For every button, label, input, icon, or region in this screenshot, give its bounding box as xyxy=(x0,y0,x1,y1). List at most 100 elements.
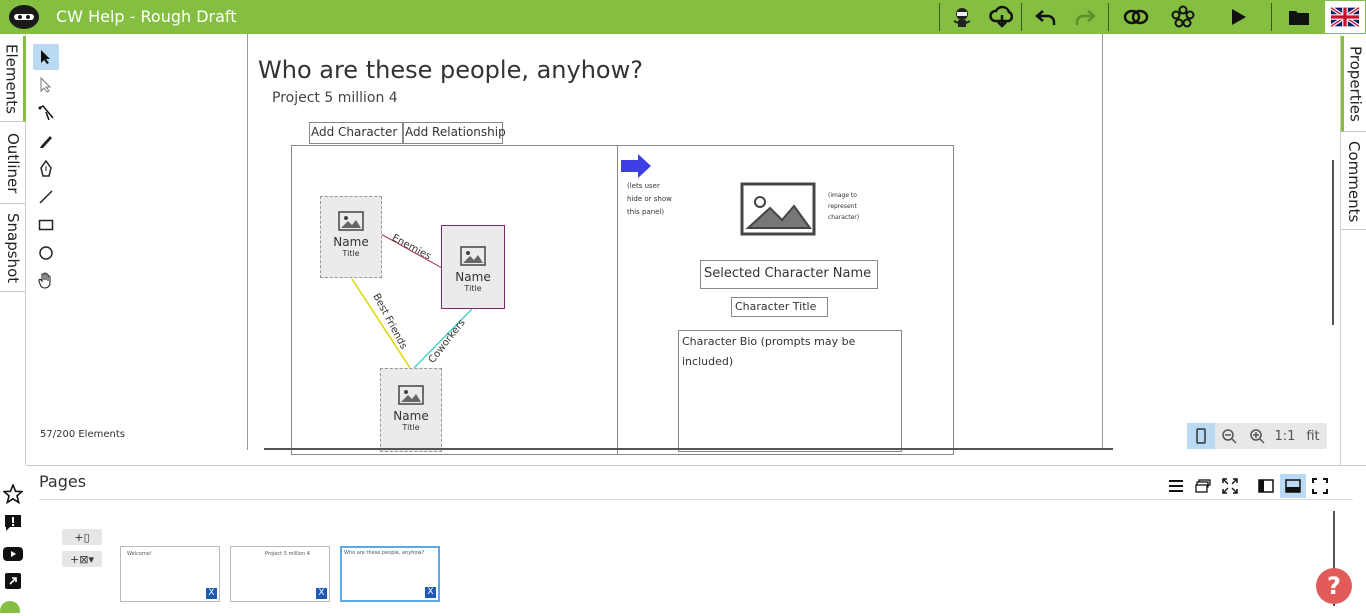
pencil-tool-icon[interactable] xyxy=(33,128,59,154)
selected-name-field[interactable]: Selected Character Name xyxy=(700,260,878,289)
canvas-scrollbar[interactable] xyxy=(1332,160,1334,325)
zoom-controls: 1:1 fit xyxy=(1187,423,1327,449)
tab-properties-label: Properties xyxy=(1346,45,1365,122)
panel-layout-tools xyxy=(1252,474,1333,498)
mobile-view-icon[interactable] xyxy=(1187,423,1215,449)
image-note: (image to represent character) xyxy=(828,192,860,221)
link-icon[interactable] xyxy=(1121,3,1151,31)
tab-elements[interactable]: Elements xyxy=(0,36,26,122)
page-thumbnail[interactable]: Project 5 million 4 X xyxy=(230,546,330,602)
app-title: CW Help - Rough Draft xyxy=(56,7,237,26)
character-node[interactable]: Name Title xyxy=(441,225,505,309)
ninja-logo-icon[interactable] xyxy=(6,3,42,31)
image-placeholder-icon xyxy=(740,182,816,236)
pen-tool-icon[interactable] xyxy=(33,100,59,126)
zoom-fit-button[interactable]: fit xyxy=(1299,423,1327,449)
tab-elements-label: Elements xyxy=(2,43,21,114)
page-heading[interactable]: Who are these people, anyhow? xyxy=(258,56,643,84)
external-link-icon[interactable] xyxy=(3,571,23,591)
feedback-icon[interactable] xyxy=(3,513,23,533)
tab-snapshot[interactable]: Snapshot xyxy=(0,206,26,292)
add-character-button[interactable]: Add Character xyxy=(309,122,403,144)
direct-select-tool-icon[interactable] xyxy=(33,72,59,98)
check-badge-icon xyxy=(0,596,20,616)
zoom-actual-size-button[interactable]: 1:1 xyxy=(1271,423,1299,449)
line-tool-icon[interactable] xyxy=(33,184,59,210)
toolbar-separator xyxy=(1271,3,1272,31)
character-node[interactable]: Name Title xyxy=(380,368,442,452)
page-thumbnail-selected[interactable]: Who are these people, anyhow? X xyxy=(340,546,440,602)
page-thumbnail[interactable]: Welcome! X xyxy=(120,546,220,602)
node-title: Title xyxy=(402,423,420,432)
node-name: Name xyxy=(393,409,429,423)
select-tool-icon[interactable] xyxy=(33,44,59,70)
list-view-icon[interactable] xyxy=(1163,474,1189,498)
page-subheading[interactable]: Project 5 million 4 xyxy=(272,90,398,106)
rectangle-tool-icon[interactable] xyxy=(33,212,59,238)
page-canvas[interactable]: Who are these people, anyhow? Project 5 … xyxy=(247,34,1103,455)
group-icon[interactable] xyxy=(1168,3,1198,31)
tab-comments[interactable]: Comments xyxy=(1341,134,1366,230)
node-name: Name xyxy=(333,235,369,249)
page-bottom-edge xyxy=(264,448,1113,450)
ellipse-tool-icon[interactable] xyxy=(33,240,59,266)
tab-snapshot-label: Snapshot xyxy=(4,213,22,284)
character-title-field[interactable]: Character Title xyxy=(731,297,828,317)
redo-icon[interactable] xyxy=(1070,3,1100,31)
drawing-toolbar xyxy=(33,44,61,296)
thumbnail-label: Who are these people, anyhow? xyxy=(344,550,425,556)
fullscreen-icon[interactable] xyxy=(1307,474,1333,498)
folder-icon[interactable] xyxy=(1284,3,1314,31)
add-relationship-button[interactable]: Add Relationship xyxy=(403,122,506,144)
youtube-icon[interactable] xyxy=(3,544,23,564)
thumbnail-label: Welcome! xyxy=(127,551,152,557)
pages-divider xyxy=(39,499,1353,500)
pages-panel: Pages +▯ +⊠▾ Welcome! X Project 5 millio… xyxy=(26,465,1366,609)
bottom-panel-layout-icon[interactable] xyxy=(1280,474,1306,498)
stacked-pages-icon[interactable] xyxy=(1190,474,1216,498)
canvas[interactable]: Who are these people, anyhow? Project 5 … xyxy=(26,34,1340,465)
ninja-icon[interactable] xyxy=(947,3,977,31)
image-placeholder-icon xyxy=(460,246,486,266)
hand-tool-icon[interactable] xyxy=(33,268,59,294)
zoom-in-icon[interactable] xyxy=(1243,423,1271,449)
tab-comments-label: Comments xyxy=(1345,140,1363,223)
zoom-out-icon[interactable] xyxy=(1215,423,1243,449)
play-icon[interactable] xyxy=(1223,3,1253,31)
arrow-note: (lets user hide or show this panel) xyxy=(627,182,672,216)
right-panel-tabs: Properties Comments xyxy=(1340,34,1366,465)
pages-title: Pages xyxy=(39,472,87,491)
uk-flag-icon[interactable] xyxy=(1325,1,1365,33)
expand-icon[interactable] xyxy=(1217,474,1243,498)
thumbnail-badge-icon: X xyxy=(425,587,436,598)
pages-view-tools xyxy=(1162,474,1243,498)
add-page-button[interactable]: +▯ xyxy=(62,529,102,545)
character-bio-field[interactable]: Character Bio (prompts may be included) xyxy=(678,330,902,452)
star-icon[interactable] xyxy=(3,484,23,504)
tab-outliner-label: Outliner xyxy=(4,133,22,194)
tab-properties[interactable]: Properties xyxy=(1341,36,1366,132)
character-node[interactable]: Name Title xyxy=(320,196,382,278)
cloud-sync-icon[interactable] xyxy=(987,3,1017,31)
toolbar-separator xyxy=(939,3,940,31)
help-button[interactable]: ? xyxy=(1316,568,1352,604)
marker-tool-icon[interactable] xyxy=(33,156,59,182)
toolbar-separator xyxy=(1108,3,1109,31)
left-panel-layout-icon[interactable] xyxy=(1253,474,1279,498)
image-placeholder-icon xyxy=(398,385,424,405)
relationship-graph-panel[interactable]: Enemies Best Friends Coworkers Name Titl… xyxy=(291,145,618,455)
tab-outliner[interactable]: Outliner xyxy=(0,124,26,204)
thumbnail-badge-icon: X xyxy=(316,588,327,599)
thumbnail-badge-icon: X xyxy=(206,588,217,599)
node-title: Title xyxy=(464,284,482,293)
undo-icon[interactable] xyxy=(1031,3,1061,31)
image-placeholder-icon xyxy=(338,211,364,231)
top-bar: CW Help - Rough Draft xyxy=(0,0,1366,34)
arrow-right-icon[interactable] xyxy=(620,153,652,179)
character-detail-panel[interactable]: (lets user hide or show this panel) (ima… xyxy=(617,145,954,455)
left-panel-tabs: Elements Outliner Snapshot xyxy=(0,34,26,465)
add-page-from-template-button[interactable]: +⊠▾ xyxy=(62,551,102,567)
element-count: 57/200 Elements xyxy=(40,429,125,440)
node-name: Name xyxy=(455,270,491,284)
node-title: Title xyxy=(342,249,360,258)
